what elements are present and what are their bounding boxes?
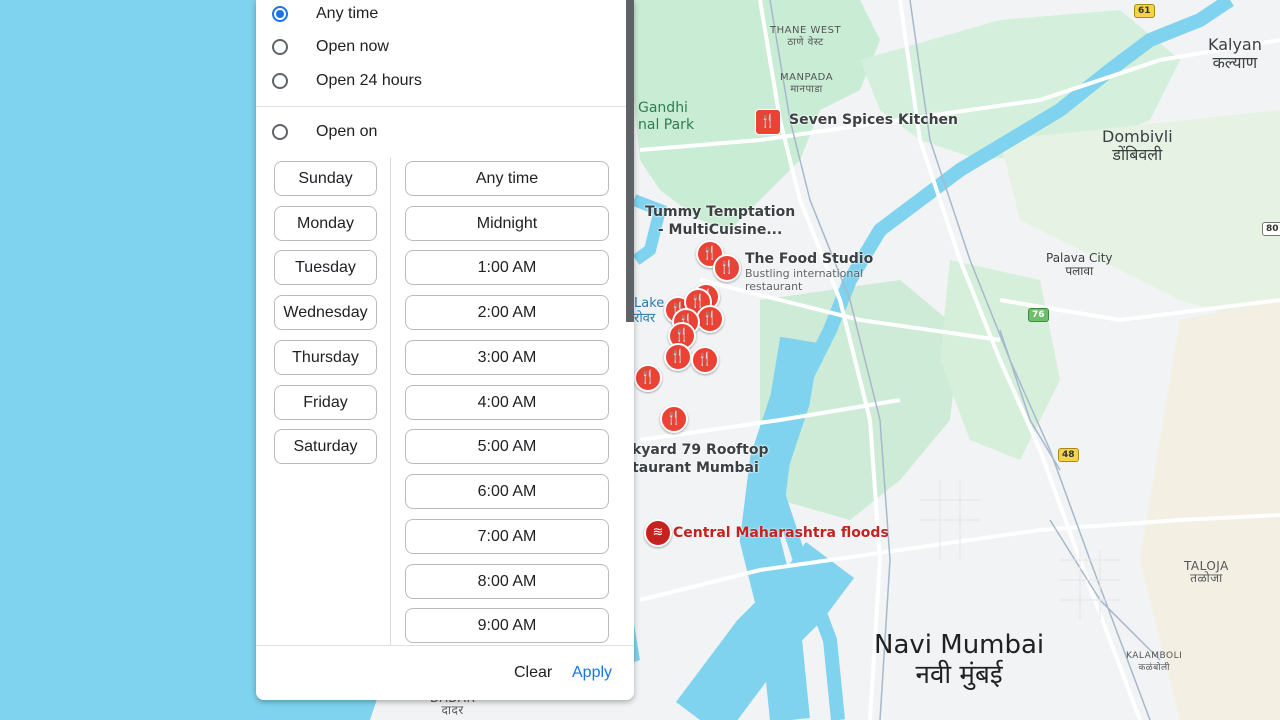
- day-chip-monday[interactable]: Monday: [274, 206, 377, 241]
- day-chip-thursday[interactable]: Thursday: [274, 340, 377, 375]
- poi-seven-spices[interactable]: Seven Spices Kitchen: [789, 112, 958, 128]
- radio-unchecked-icon[interactable]: [272, 124, 288, 140]
- route-shield-76: 76: [1028, 308, 1049, 322]
- place-gandhi-park: Gandhi nal Park: [638, 100, 695, 133]
- time-chip-3am[interactable]: 3:00 AM: [405, 340, 609, 375]
- restaurant-pin-icon[interactable]: 🍴: [691, 346, 719, 374]
- day-chip-saturday[interactable]: Saturday: [274, 429, 377, 464]
- time-chip-8am[interactable]: 8:00 AM: [405, 564, 609, 599]
- radio-unchecked-icon[interactable]: [272, 73, 288, 89]
- day-chip-wednesday[interactable]: Wednesday: [274, 295, 377, 330]
- route-shield-80: 80: [1262, 222, 1280, 236]
- hours-filter-panel: Any time Open now Open 24 hours Open on …: [256, 0, 634, 700]
- place-kalamboli: KALAMBOLI कळंबोली: [1126, 651, 1183, 673]
- day-chip-sunday[interactable]: Sunday: [274, 161, 377, 196]
- place-taloja: TALOJA तळोजा: [1184, 559, 1229, 585]
- day-chip-tuesday[interactable]: Tuesday: [274, 250, 377, 285]
- restaurant-pin-icon[interactable]: 🍴: [634, 364, 662, 392]
- time-chip-6am[interactable]: 6:00 AM: [405, 474, 609, 509]
- radio-any-time[interactable]: Any time: [272, 2, 378, 26]
- place-thane-west: THANE WEST ठाणे वेस्ट: [770, 25, 842, 48]
- time-chip-2am[interactable]: 2:00 AM: [405, 295, 609, 330]
- place-navi-mumbai: Navi Mumbai नवी मुंबई: [874, 630, 1045, 690]
- time-chip-4am[interactable]: 4:00 AM: [405, 385, 609, 420]
- restaurant-pin-icon[interactable]: 🍴: [664, 343, 692, 371]
- radio-unchecked-icon[interactable]: [272, 39, 288, 55]
- panel-scrollbar[interactable]: [626, 0, 634, 322]
- place-palava: Palava City पलावा: [1046, 251, 1113, 278]
- place-manpada: MANPADA मानपाडा: [780, 72, 834, 95]
- poi-backyard-79[interactable]: kyard 79 Rooftop taurant Mumbai: [632, 441, 768, 477]
- route-shield-48: 48: [1058, 448, 1079, 462]
- restaurant-pin-icon[interactable]: 🍴: [713, 254, 741, 282]
- radio-open-on[interactable]: Open on: [272, 120, 377, 144]
- time-chip-midnight[interactable]: Midnight: [405, 206, 609, 241]
- route-shield-61: 61: [1134, 4, 1155, 18]
- radio-open-now[interactable]: Open now: [272, 35, 389, 59]
- clear-button[interactable]: Clear: [514, 664, 552, 682]
- map-canvas[interactable]: THANE WEST ठाणे वेस्ट MANPADA मानपाडा Kaly…: [0, 0, 1280, 720]
- poi-tummy-temptation[interactable]: Tummy Temptation - MultiCuisine...: [645, 203, 795, 239]
- time-chip-any-time[interactable]: Any time: [405, 161, 609, 196]
- time-chip-5am[interactable]: 5:00 AM: [405, 429, 609, 464]
- place-dombivli: Dombivli डोंबिवली: [1102, 127, 1173, 164]
- time-chip-1am[interactable]: 1:00 AM: [405, 250, 609, 285]
- place-lake: Lake रोवर: [634, 296, 665, 326]
- place-kalyan: Kalyan कल्याण: [1208, 35, 1262, 72]
- restaurant-pin-icon[interactable]: 🍴: [660, 405, 688, 433]
- poi-floods-alert[interactable]: Central Maharashtra floods: [673, 525, 889, 541]
- time-chip-7am[interactable]: 7:00 AM: [405, 519, 609, 554]
- day-chip-friday[interactable]: Friday: [274, 385, 377, 420]
- panel-footer: Clear Apply: [256, 645, 634, 700]
- restaurant-pin-icon[interactable]: 🍴: [755, 109, 781, 135]
- column-divider: [390, 158, 391, 646]
- flood-alert-icon[interactable]: ≋: [644, 519, 672, 547]
- radio-open-24-hours[interactable]: Open 24 hours: [272, 69, 422, 93]
- restaurant-pin-icon[interactable]: 🍴: [696, 305, 724, 333]
- time-chip-9am[interactable]: 9:00 AM: [405, 608, 609, 643]
- divider: [256, 106, 634, 107]
- apply-button[interactable]: Apply: [572, 664, 612, 682]
- poi-food-studio[interactable]: The Food Studio Bustling international r…: [745, 251, 873, 293]
- radio-checked-icon[interactable]: [272, 6, 288, 22]
